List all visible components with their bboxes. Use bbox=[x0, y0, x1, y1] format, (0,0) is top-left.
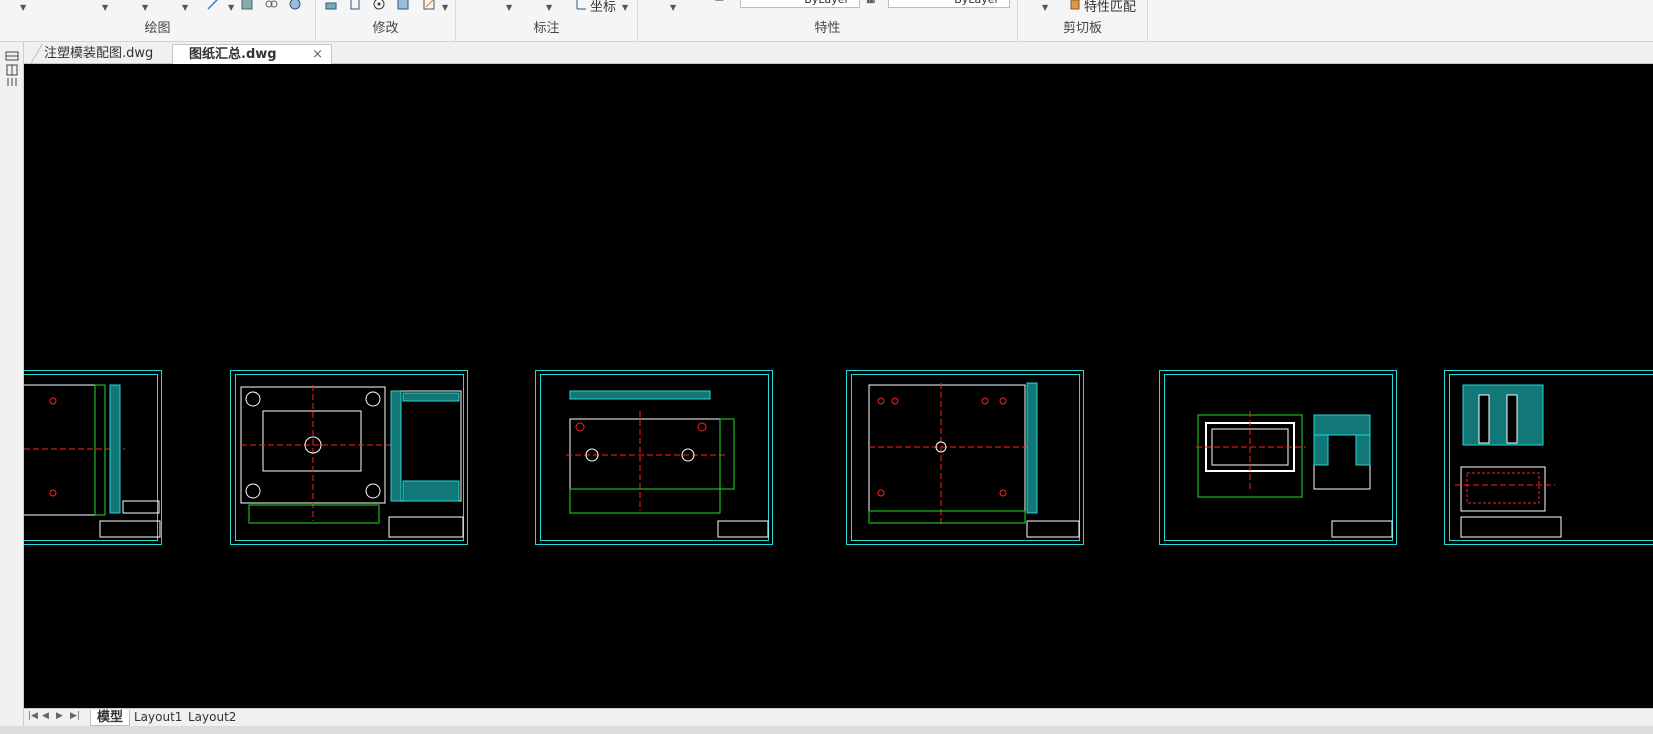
properties-group-label: 特性 bbox=[814, 21, 841, 36]
modify-dropdown[interactable]: ▼ bbox=[442, 3, 448, 12]
ribbon: ▼ ▼ ▼ ▼ ▼ 绘图 ▼ 修改 ▼ ▼ 坐标 ▼ 标注 ▼ = ByLaye… bbox=[0, 0, 1653, 42]
sheet-1-graphics bbox=[24, 384, 161, 538]
next-layout-icon[interactable]: ▶ bbox=[56, 711, 63, 721]
stretch-icon[interactable] bbox=[324, 0, 338, 11]
sheet-4-graphics bbox=[868, 382, 1080, 538]
drawing-sheet-1[interactable] bbox=[24, 370, 162, 545]
tab-model[interactable]: 模型 bbox=[90, 710, 131, 726]
lineweight-icon[interactable]: = bbox=[714, 0, 725, 7]
match-properties-label[interactable]: 特性匹配 bbox=[1084, 0, 1136, 15]
dimension-group: ▼ ▼ 坐标 ▼ 标注 bbox=[456, 0, 638, 41]
region-icon[interactable] bbox=[264, 0, 278, 11]
coordinate-icon[interactable] bbox=[574, 0, 588, 11]
palette-icon[interactable] bbox=[5, 76, 19, 88]
drawing-canvas[interactable] bbox=[24, 64, 1653, 708]
properties-group: ▼ = ByLayer ▦ ByLayer 特性 bbox=[638, 0, 1018, 41]
first-layout-icon[interactable]: |◀ bbox=[28, 711, 38, 721]
status-bar bbox=[0, 726, 1653, 734]
drawing-sheet-6[interactable] bbox=[1444, 370, 1653, 545]
circle-icon[interactable] bbox=[372, 0, 386, 11]
tab-inactive-label: 注塑模装配图.dwg bbox=[44, 46, 154, 61]
sheet-2-graphics bbox=[240, 385, 464, 538]
modify-group: ▼ 修改 bbox=[316, 0, 456, 41]
prop-dropdown-1[interactable]: ▼ bbox=[670, 3, 676, 12]
sheet-3-graphics bbox=[566, 390, 769, 538]
draw-group-label: 绘图 bbox=[144, 21, 171, 36]
draw-dropdown-4[interactable]: ▼ bbox=[182, 3, 188, 12]
dimension-group-label: 标注 bbox=[533, 21, 560, 36]
match-properties-icon[interactable] bbox=[1068, 0, 1082, 11]
coordinate-dropdown[interactable]: ▼ bbox=[622, 3, 628, 12]
grid-icon[interactable] bbox=[5, 64, 19, 76]
paste-dropdown[interactable]: ▼ bbox=[1042, 3, 1048, 12]
drawing-sheet-5[interactable] bbox=[1159, 370, 1397, 545]
dim-dropdown-2[interactable]: ▼ bbox=[546, 3, 552, 12]
draw-dropdown-2[interactable]: ▼ bbox=[102, 3, 108, 12]
tab-inactive-drawing[interactable]: 注塑模装配图.dwg bbox=[34, 44, 174, 64]
sheet-5-graphics bbox=[1196, 411, 1393, 538]
lineweight-field[interactable]: ByLayer bbox=[888, 0, 1010, 8]
left-toolstrip bbox=[0, 42, 24, 734]
layer-icon[interactable] bbox=[5, 50, 19, 62]
draw-group: ▼ ▼ ▼ ▼ ▼ 绘图 bbox=[0, 0, 316, 41]
drawing-sheet-3[interactable] bbox=[535, 370, 773, 545]
transparency-icon: ▦ bbox=[866, 0, 875, 5]
boundary-icon[interactable] bbox=[288, 0, 302, 11]
tab-layout1[interactable]: Layout1 bbox=[128, 710, 188, 726]
prev-layout-icon[interactable]: ◀ bbox=[42, 711, 49, 721]
edit-icon[interactable] bbox=[422, 0, 436, 11]
rectangle-icon[interactable] bbox=[240, 0, 254, 11]
linetype-field[interactable]: ByLayer bbox=[740, 0, 860, 8]
tab-active-drawing[interactable]: 图纸汇总.dwg × bbox=[172, 44, 332, 64]
draw-dropdown-1[interactable]: ▼ bbox=[20, 3, 26, 12]
line-icon[interactable] bbox=[206, 0, 220, 11]
dim-dropdown-1[interactable]: ▼ bbox=[506, 3, 512, 12]
drawing-sheet-2[interactable] bbox=[230, 370, 468, 545]
clipboard-group: ▼ 特性匹配 剪切板 bbox=[1018, 0, 1148, 41]
drawing-sheet-4[interactable] bbox=[846, 370, 1084, 545]
line-dropdown[interactable]: ▼ bbox=[228, 3, 234, 12]
copy-icon[interactable] bbox=[348, 0, 362, 11]
modify-group-label: 修改 bbox=[372, 21, 399, 36]
last-layout-icon[interactable]: ▶| bbox=[70, 711, 80, 721]
draw-dropdown-3[interactable]: ▼ bbox=[142, 3, 148, 12]
tab-active-label: 图纸汇总.dwg bbox=[189, 47, 277, 62]
sheet-6-graphics bbox=[1455, 384, 1562, 538]
document-tabbar: 注塑模装配图.dwg 图纸汇总.dwg × bbox=[24, 42, 1653, 64]
array-icon[interactable] bbox=[396, 0, 410, 11]
close-tab-icon[interactable]: × bbox=[312, 45, 323, 64]
layout-tabbar: |◀ ◀ ▶ ▶| 模型 Layout1 Layout2 bbox=[24, 708, 1653, 726]
coordinate-label[interactable]: 坐标 bbox=[590, 0, 616, 15]
tab-layout2[interactable]: Layout2 bbox=[182, 710, 242, 726]
clipboard-group-label: 剪切板 bbox=[1062, 21, 1102, 36]
